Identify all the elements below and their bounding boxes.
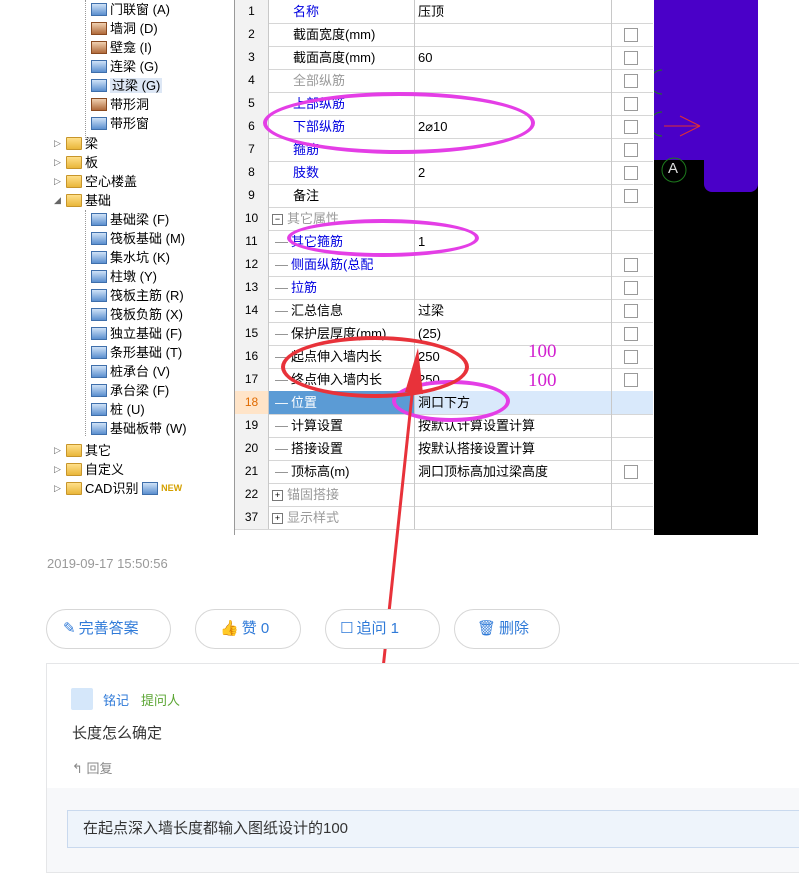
comment-panel: 铭记 提问人 长度怎么确定 ↰ 回复 在起点深入墙长度都输入图纸设计的100 bbox=[46, 663, 799, 873]
comment-user-role: 提问人 bbox=[141, 693, 181, 708]
reply-link[interactable]: ↰ 回复 bbox=[72, 758, 113, 777]
trash-icon: 🗑 bbox=[477, 620, 497, 637]
post-timestamp: 2019-09-17 15:50:56 bbox=[47, 556, 168, 571]
comment-icon: ☐ bbox=[340, 620, 354, 637]
like-button[interactable]: 👍 赞 0 bbox=[195, 609, 301, 649]
edit-icon: ✎ bbox=[63, 620, 76, 637]
button-label: 完善答案 bbox=[78, 620, 139, 637]
improve-answer-button[interactable]: ✎ 完善答案 bbox=[46, 609, 171, 649]
delete-button[interactable]: 🗑 删除 bbox=[454, 609, 560, 649]
button-label: 追问 1 bbox=[356, 620, 399, 637]
reply-label: 回复 bbox=[86, 761, 113, 776]
thumbs-up-icon: 👍 bbox=[220, 620, 239, 637]
button-label: 赞 0 bbox=[241, 620, 270, 637]
avatar bbox=[71, 688, 93, 710]
followup-button[interactable]: ☐ 追问 1 bbox=[325, 609, 440, 649]
button-label: 删除 bbox=[499, 620, 530, 637]
reply-icon: ↰ bbox=[72, 761, 87, 776]
comment-text: 长度怎么确定 bbox=[72, 725, 163, 742]
answer-text: 在起点深入墙长度都输入图纸设计的100 bbox=[67, 810, 799, 848]
comment-card: 铭记 提问人 长度怎么确定 ↰ 回复 bbox=[47, 664, 799, 788]
comment-user-name[interactable]: 铭记 bbox=[103, 690, 129, 709]
